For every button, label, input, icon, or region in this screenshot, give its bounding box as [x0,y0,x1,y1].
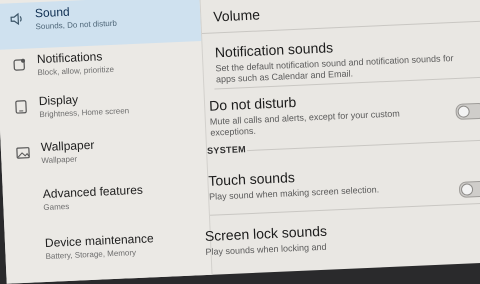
sidebar-item-label: Notifications [37,49,114,66]
sidebar-item-sublabel: Battery, Storage, Memory [45,247,154,261]
sidebar-item-sublabel: Sounds, Do not disturb [35,19,117,32]
sidebar-item-label: Sound [35,3,117,21]
advanced-features-icon [13,187,38,212]
sidebar-item-device-maintenance[interactable]: Device maintenance Battery, Storage, Mem… [5,225,212,280]
do-not-disturb-toggle[interactable] [455,103,480,120]
notification-sounds-row[interactable]: Notification sounds Set the default noti… [214,30,480,85]
sidebar-item-sublabel: Block, allow, prioritize [37,65,114,77]
divider [210,202,480,216]
device-maintenance-icon [15,236,40,261]
sidebar-item-label: Wallpaper [41,138,95,154]
sidebar-item-sublabel: Games [43,199,143,212]
toggle-knob [461,183,474,196]
sidebar-item-wallpaper[interactable]: Wallpaper Wallpaper [0,129,207,184]
touch-sounds-title: Touch sounds [208,159,480,189]
do-not-disturb-row[interactable]: Do not disturb Mute all calls and alerts… [209,84,480,139]
sidebar-item-advanced-features[interactable]: Advanced features Games [2,176,209,231]
wallpaper-icon [11,140,36,165]
volume-row[interactable]: Volume [213,0,480,24]
sidebar-item-sublabel: Brightness, Home screen [39,106,129,119]
sound-settings-panel: Volume Notification sounds Set the defau… [200,0,480,275]
do-not-disturb-title: Do not disturb [209,84,480,114]
sidebar-item-sublabel: Wallpaper [41,154,95,165]
screen-lock-sounds-row[interactable]: Screen lock sounds Play sounds when lock… [204,214,480,258]
volume-title: Volume [213,0,480,24]
sidebar-item-label: Display [38,90,128,108]
settings-sidebar: Sound Sounds, Do not disturb Notificatio… [0,0,213,284]
display-icon [9,94,34,119]
divider [247,139,480,151]
touch-sounds-row[interactable]: Touch sounds Play sound when making scre… [208,159,480,203]
notification-icon [7,52,32,77]
settings-screen: Sound Sounds, Do not disturb Notificatio… [0,0,480,284]
touch-sounds-toggle[interactable] [459,181,480,198]
toggle-knob [457,105,470,118]
sidebar-item-label: Advanced features [43,183,144,201]
speaker-icon [5,7,30,32]
section-header-system: SYSTEM [207,144,246,156]
